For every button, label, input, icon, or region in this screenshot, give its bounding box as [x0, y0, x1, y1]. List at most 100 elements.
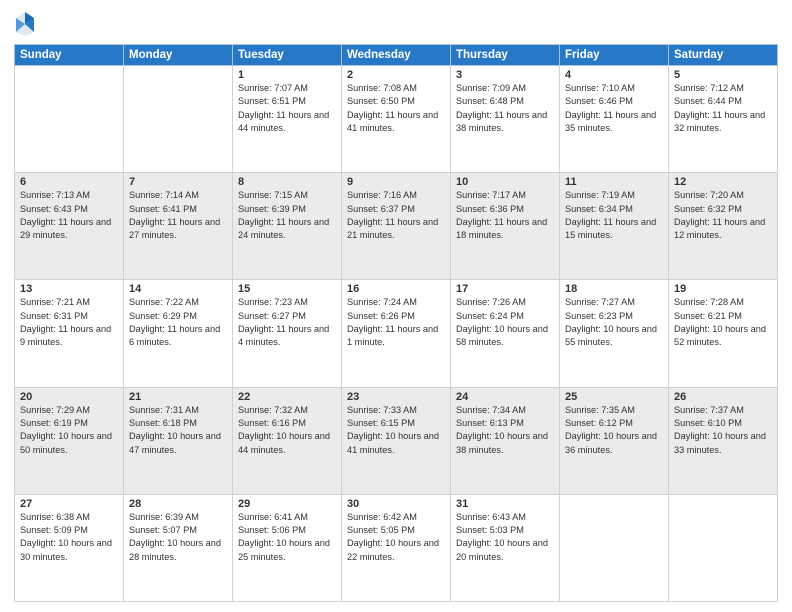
calendar-cell: 31Sunrise: 6:43 AM Sunset: 5:03 PM Dayli… — [451, 494, 560, 601]
day-number: 24 — [456, 391, 554, 403]
header — [14, 10, 778, 38]
day-detail: Sunrise: 7:22 AM Sunset: 6:29 PM Dayligh… — [129, 296, 227, 349]
day-detail: Sunrise: 7:09 AM Sunset: 6:48 PM Dayligh… — [456, 82, 554, 135]
calendar-cell: 17Sunrise: 7:26 AM Sunset: 6:24 PM Dayli… — [451, 280, 560, 387]
day-detail: Sunrise: 7:34 AM Sunset: 6:13 PM Dayligh… — [456, 404, 554, 457]
day-detail: Sunrise: 7:15 AM Sunset: 6:39 PM Dayligh… — [238, 189, 336, 242]
calendar-cell: 4Sunrise: 7:10 AM Sunset: 6:46 PM Daylig… — [560, 66, 669, 173]
weekday-header-monday: Monday — [124, 45, 233, 66]
calendar-cell: 26Sunrise: 7:37 AM Sunset: 6:10 PM Dayli… — [669, 387, 778, 494]
day-detail: Sunrise: 7:23 AM Sunset: 6:27 PM Dayligh… — [238, 296, 336, 349]
calendar-week-1: 1Sunrise: 7:07 AM Sunset: 6:51 PM Daylig… — [15, 66, 778, 173]
weekday-header-sunday: Sunday — [15, 45, 124, 66]
day-number: 2 — [347, 69, 445, 81]
calendar-cell: 30Sunrise: 6:42 AM Sunset: 5:05 PM Dayli… — [342, 494, 451, 601]
calendar-cell: 1Sunrise: 7:07 AM Sunset: 6:51 PM Daylig… — [233, 66, 342, 173]
calendar-cell: 20Sunrise: 7:29 AM Sunset: 6:19 PM Dayli… — [15, 387, 124, 494]
calendar-cell: 19Sunrise: 7:28 AM Sunset: 6:21 PM Dayli… — [669, 280, 778, 387]
day-detail: Sunrise: 7:21 AM Sunset: 6:31 PM Dayligh… — [20, 296, 118, 349]
weekday-header-thursday: Thursday — [451, 45, 560, 66]
logo-icon — [14, 10, 36, 38]
day-detail: Sunrise: 6:42 AM Sunset: 5:05 PM Dayligh… — [347, 511, 445, 564]
day-detail: Sunrise: 6:38 AM Sunset: 5:09 PM Dayligh… — [20, 511, 118, 564]
day-number: 27 — [20, 498, 118, 510]
day-number: 11 — [565, 176, 663, 188]
day-number: 7 — [129, 176, 227, 188]
day-number: 25 — [565, 391, 663, 403]
day-number: 29 — [238, 498, 336, 510]
calendar-table: SundayMondayTuesdayWednesdayThursdayFrid… — [14, 44, 778, 602]
day-detail: Sunrise: 7:35 AM Sunset: 6:12 PM Dayligh… — [565, 404, 663, 457]
day-number: 9 — [347, 176, 445, 188]
calendar-cell: 9Sunrise: 7:16 AM Sunset: 6:37 PM Daylig… — [342, 173, 451, 280]
day-detail: Sunrise: 7:12 AM Sunset: 6:44 PM Dayligh… — [674, 82, 772, 135]
calendar-cell: 29Sunrise: 6:41 AM Sunset: 5:06 PM Dayli… — [233, 494, 342, 601]
calendar-cell: 25Sunrise: 7:35 AM Sunset: 6:12 PM Dayli… — [560, 387, 669, 494]
calendar-cell — [15, 66, 124, 173]
day-detail: Sunrise: 7:08 AM Sunset: 6:50 PM Dayligh… — [347, 82, 445, 135]
calendar-cell — [560, 494, 669, 601]
calendar-cell: 21Sunrise: 7:31 AM Sunset: 6:18 PM Dayli… — [124, 387, 233, 494]
day-number: 18 — [565, 283, 663, 295]
page: SundayMondayTuesdayWednesdayThursdayFrid… — [0, 0, 792, 612]
calendar-cell: 14Sunrise: 7:22 AM Sunset: 6:29 PM Dayli… — [124, 280, 233, 387]
day-number: 14 — [129, 283, 227, 295]
weekday-header-wednesday: Wednesday — [342, 45, 451, 66]
day-detail: Sunrise: 7:37 AM Sunset: 6:10 PM Dayligh… — [674, 404, 772, 457]
day-number: 16 — [347, 283, 445, 295]
day-number: 4 — [565, 69, 663, 81]
calendar-cell: 13Sunrise: 7:21 AM Sunset: 6:31 PM Dayli… — [15, 280, 124, 387]
calendar-cell: 3Sunrise: 7:09 AM Sunset: 6:48 PM Daylig… — [451, 66, 560, 173]
day-detail: Sunrise: 7:20 AM Sunset: 6:32 PM Dayligh… — [674, 189, 772, 242]
day-number: 1 — [238, 69, 336, 81]
day-detail: Sunrise: 7:27 AM Sunset: 6:23 PM Dayligh… — [565, 296, 663, 349]
calendar-cell: 18Sunrise: 7:27 AM Sunset: 6:23 PM Dayli… — [560, 280, 669, 387]
calendar-week-5: 27Sunrise: 6:38 AM Sunset: 5:09 PM Dayli… — [15, 494, 778, 601]
day-detail: Sunrise: 7:24 AM Sunset: 6:26 PM Dayligh… — [347, 296, 445, 349]
day-number: 13 — [20, 283, 118, 295]
day-detail: Sunrise: 7:32 AM Sunset: 6:16 PM Dayligh… — [238, 404, 336, 457]
calendar-cell: 8Sunrise: 7:15 AM Sunset: 6:39 PM Daylig… — [233, 173, 342, 280]
day-detail: Sunrise: 6:43 AM Sunset: 5:03 PM Dayligh… — [456, 511, 554, 564]
day-detail: Sunrise: 7:10 AM Sunset: 6:46 PM Dayligh… — [565, 82, 663, 135]
day-number: 21 — [129, 391, 227, 403]
calendar-cell: 6Sunrise: 7:13 AM Sunset: 6:43 PM Daylig… — [15, 173, 124, 280]
calendar-cell: 2Sunrise: 7:08 AM Sunset: 6:50 PM Daylig… — [342, 66, 451, 173]
day-detail: Sunrise: 6:39 AM Sunset: 5:07 PM Dayligh… — [129, 511, 227, 564]
logo — [14, 10, 38, 38]
day-number: 23 — [347, 391, 445, 403]
calendar-cell: 23Sunrise: 7:33 AM Sunset: 6:15 PM Dayli… — [342, 387, 451, 494]
weekday-header-saturday: Saturday — [669, 45, 778, 66]
calendar-week-4: 20Sunrise: 7:29 AM Sunset: 6:19 PM Dayli… — [15, 387, 778, 494]
day-number: 15 — [238, 283, 336, 295]
day-number: 6 — [20, 176, 118, 188]
calendar-week-3: 13Sunrise: 7:21 AM Sunset: 6:31 PM Dayli… — [15, 280, 778, 387]
calendar-cell: 10Sunrise: 7:17 AM Sunset: 6:36 PM Dayli… — [451, 173, 560, 280]
day-number: 22 — [238, 391, 336, 403]
day-detail: Sunrise: 7:29 AM Sunset: 6:19 PM Dayligh… — [20, 404, 118, 457]
day-detail: Sunrise: 7:26 AM Sunset: 6:24 PM Dayligh… — [456, 296, 554, 349]
day-number: 19 — [674, 283, 772, 295]
day-number: 10 — [456, 176, 554, 188]
day-number: 26 — [674, 391, 772, 403]
calendar-cell — [669, 494, 778, 601]
calendar-cell: 28Sunrise: 6:39 AM Sunset: 5:07 PM Dayli… — [124, 494, 233, 601]
day-detail: Sunrise: 7:31 AM Sunset: 6:18 PM Dayligh… — [129, 404, 227, 457]
day-number: 20 — [20, 391, 118, 403]
calendar-cell: 16Sunrise: 7:24 AM Sunset: 6:26 PM Dayli… — [342, 280, 451, 387]
day-number: 30 — [347, 498, 445, 510]
calendar-cell: 22Sunrise: 7:32 AM Sunset: 6:16 PM Dayli… — [233, 387, 342, 494]
day-detail: Sunrise: 6:41 AM Sunset: 5:06 PM Dayligh… — [238, 511, 336, 564]
weekday-header-tuesday: Tuesday — [233, 45, 342, 66]
day-detail: Sunrise: 7:13 AM Sunset: 6:43 PM Dayligh… — [20, 189, 118, 242]
calendar-week-2: 6Sunrise: 7:13 AM Sunset: 6:43 PM Daylig… — [15, 173, 778, 280]
day-detail: Sunrise: 7:07 AM Sunset: 6:51 PM Dayligh… — [238, 82, 336, 135]
calendar-cell: 12Sunrise: 7:20 AM Sunset: 6:32 PM Dayli… — [669, 173, 778, 280]
day-detail: Sunrise: 7:28 AM Sunset: 6:21 PM Dayligh… — [674, 296, 772, 349]
calendar-cell: 27Sunrise: 6:38 AM Sunset: 5:09 PM Dayli… — [15, 494, 124, 601]
day-detail: Sunrise: 7:14 AM Sunset: 6:41 PM Dayligh… — [129, 189, 227, 242]
day-number: 31 — [456, 498, 554, 510]
day-number: 17 — [456, 283, 554, 295]
day-number: 12 — [674, 176, 772, 188]
day-detail: Sunrise: 7:19 AM Sunset: 6:34 PM Dayligh… — [565, 189, 663, 242]
